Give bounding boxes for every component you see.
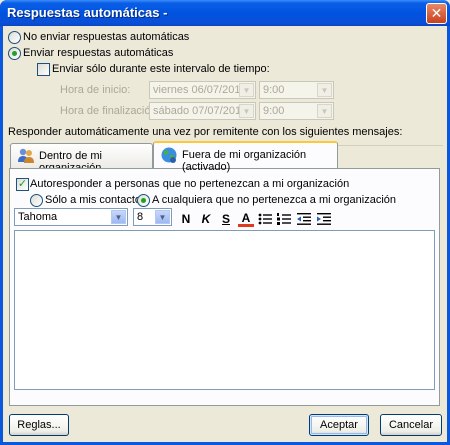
end-time-label: Hora de finalización: (60, 105, 160, 117)
tab-outside-label: Fuera de mi organización (activado) (182, 149, 307, 173)
font-size-select[interactable]: 8 ▼ (133, 208, 172, 226)
font-size-value: 8 (137, 211, 144, 223)
chevron-down-icon[interactable]: ▼ (317, 104, 332, 118)
send-label[interactable]: Enviar respuestas automáticas (23, 47, 173, 59)
anyone-label[interactable]: A cualquiera que no pertenezca a mi orga… (152, 194, 396, 206)
start-date-value: viernes 06/07/2012 (153, 84, 247, 96)
window-title: Respuestas automáticas - (7, 5, 168, 20)
contacts-only-label[interactable]: Sólo a mis contactos (45, 194, 147, 206)
end-date-value: sábado 07/07/2012 (153, 105, 248, 117)
globe-icon (161, 147, 177, 163)
dialog-window: Respuestas automáticas - ✕ No enviar res… (0, 0, 450, 445)
end-time-select[interactable]: 9:00 ▼ (259, 102, 334, 120)
bullet-list-icon[interactable] (258, 212, 272, 226)
underline-button[interactable]: S (218, 211, 234, 227)
close-icon: ✕ (430, 5, 443, 21)
contacts-only-radio[interactable] (30, 194, 43, 207)
increase-indent-icon[interactable] (317, 212, 331, 226)
start-date-select[interactable]: viernes 06/07/2012 ▼ (149, 81, 256, 99)
start-time-select[interactable]: 9:00 ▼ (259, 81, 334, 99)
font-select[interactable]: Tahoma ▼ (14, 208, 128, 226)
end-date-select[interactable]: sábado 07/07/2012 ▼ (149, 102, 256, 120)
rules-button[interactable]: Reglas... (9, 414, 69, 436)
italic-button[interactable]: K (198, 211, 214, 227)
no-send-label[interactable]: No enviar respuestas automáticas (23, 31, 189, 43)
time-range-label[interactable]: Enviar sólo durante este intervalo de ti… (52, 63, 270, 75)
start-time-value: 9:00 (263, 84, 285, 96)
chevron-down-icon[interactable]: ▼ (111, 210, 126, 224)
send-radio[interactable] (8, 47, 21, 60)
autoreply-label[interactable]: Autoresponder a personas que no pertenez… (30, 178, 349, 190)
close-button[interactable]: ✕ (426, 3, 447, 24)
tab-outside-organization[interactable]: Fuera de mi organización (activado) (153, 141, 338, 173)
start-time-label: Hora de inicio: (60, 84, 131, 96)
font-value: Tahoma (18, 211, 58, 223)
chevron-down-icon[interactable]: ▼ (239, 104, 254, 118)
tab-inside-organization[interactable]: Dentro de mi organización (10, 143, 153, 174)
bold-button[interactable]: N (178, 211, 194, 227)
anyone-radio[interactable] (137, 194, 150, 207)
end-time-value: 9:00 (263, 105, 285, 117)
cancel-button[interactable]: Cancelar (380, 414, 442, 436)
chevron-down-icon[interactable]: ▼ (239, 83, 254, 97)
accept-button[interactable]: Aceptar (309, 414, 369, 436)
autoreply-checkbox[interactable]: ✓ (16, 178, 29, 191)
time-range-checkbox[interactable] (37, 63, 50, 76)
chevron-down-icon[interactable]: ▼ (317, 83, 332, 97)
message-editor[interactable] (14, 230, 435, 390)
font-color-button[interactable]: A (238, 211, 254, 227)
no-send-radio[interactable] (8, 31, 21, 44)
numbered-list-icon[interactable] (277, 212, 291, 226)
section-label: Responder automáticamente una vez por re… (8, 126, 403, 138)
chevron-down-icon[interactable]: ▼ (155, 210, 170, 224)
users-icon (18, 148, 34, 163)
title-bar[interactable]: Respuestas automáticas - ✕ (0, 0, 450, 26)
decrease-indent-icon[interactable] (297, 212, 311, 226)
